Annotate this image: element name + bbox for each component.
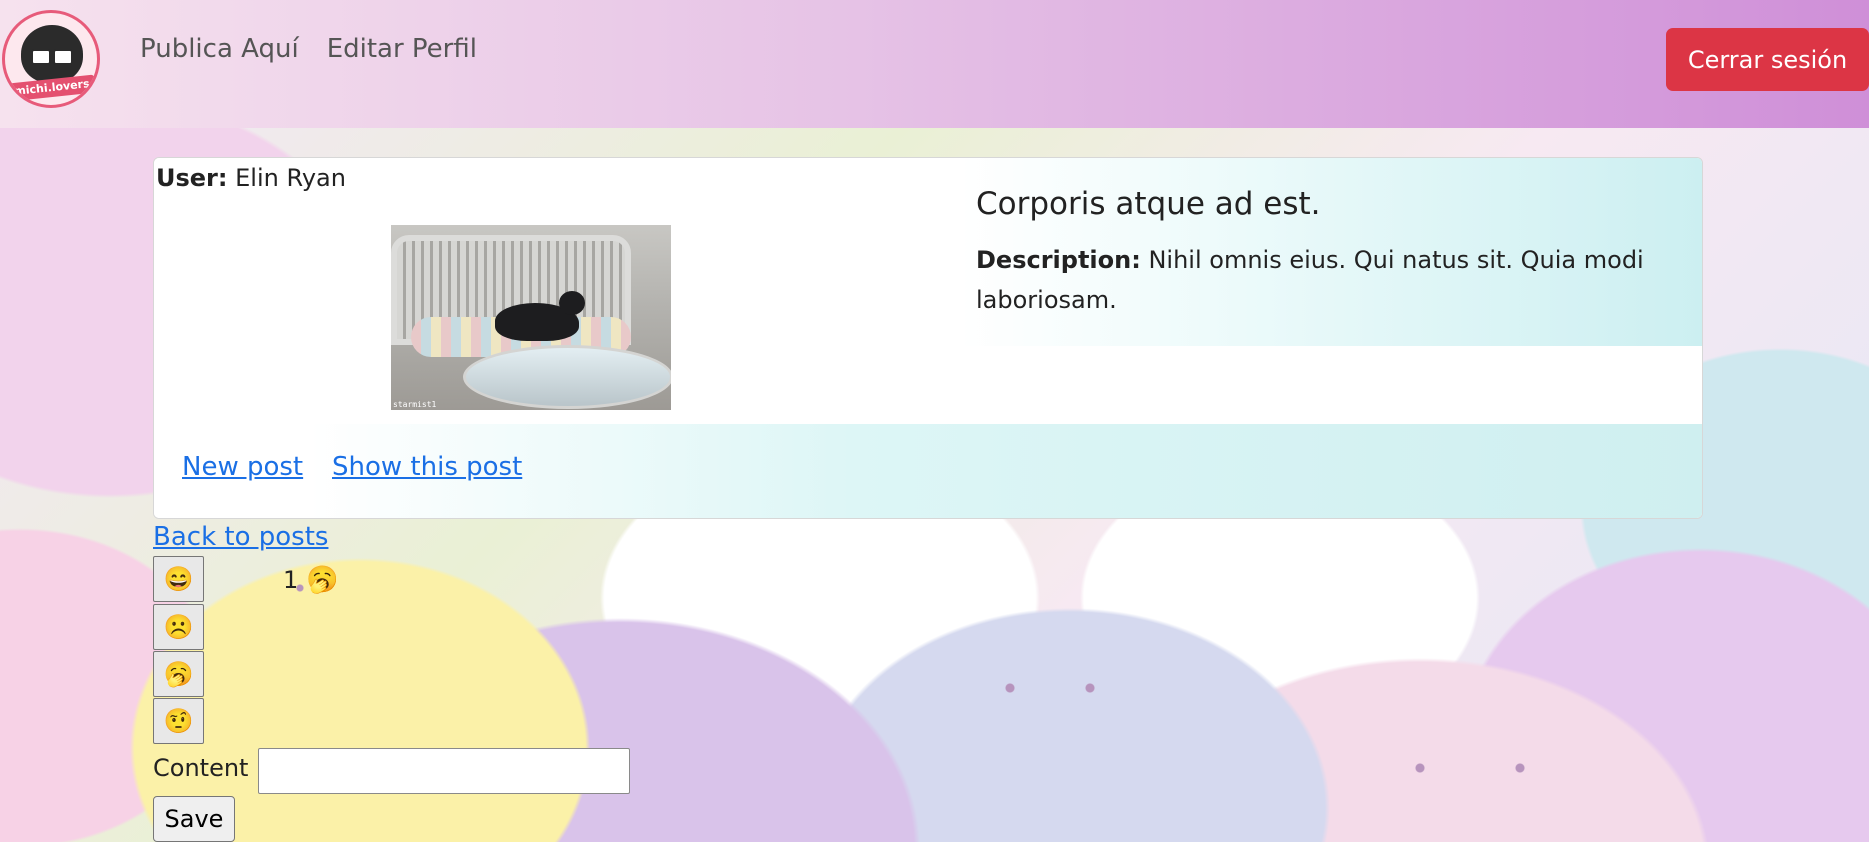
reaction-count: 1 (283, 566, 299, 594)
user-label: User: (156, 164, 228, 192)
post-author: User: Elin Ryan (156, 164, 346, 192)
post-description: Description: Nihil omnis eius. Qui natus… (976, 240, 1676, 320)
grinning-face-icon[interactable]: 😄 (153, 556, 204, 602)
content-label: Content (153, 754, 249, 782)
user-name: Elin Ryan (235, 164, 346, 192)
face-with-raised-eyebrow-icon[interactable]: 🤨 (153, 698, 204, 744)
post-title: Corporis atque ad est. (976, 186, 1321, 222)
yawning-face-icon: 🥱 (306, 565, 339, 595)
show-post-link[interactable]: Show this post (332, 452, 522, 482)
post-card: User: Elin Ryan Corporis atque ad est. D… (153, 157, 1703, 519)
logo-text: michi.lovers (8, 74, 96, 102)
save-button[interactable]: Save (153, 796, 235, 842)
glass-table (463, 345, 671, 409)
reaction-summary: 1 🥱 (283, 565, 339, 595)
nav-link-publica-aqui[interactable]: Publica Aquí (140, 34, 299, 64)
top-navbar: michi.lovers Publica Aquí Editar Perfil … (0, 0, 1869, 128)
image-watermark: starmist1 (393, 400, 437, 409)
logout-button[interactable]: Cerrar sesión (1666, 28, 1869, 91)
post-image: starmist1 (391, 225, 671, 410)
michi-lovers-logo[interactable]: michi.lovers (2, 10, 100, 108)
post-card-footer: New post Show this post (154, 424, 1702, 518)
back-to-posts-link[interactable]: Back to posts (153, 522, 328, 552)
frowning-face-icon[interactable]: ☹️ (153, 604, 204, 650)
black-cat (495, 291, 585, 341)
nav-links: Publica Aquí Editar Perfil (140, 34, 477, 64)
post-card-body: User: Elin Ryan Corporis atque ad est. D… (154, 158, 1702, 346)
yawning-face-icon[interactable]: 🥱 (153, 651, 204, 697)
new-post-link[interactable]: New post (182, 452, 303, 482)
cat-face-icon (21, 25, 83, 83)
description-label: Description: (976, 246, 1141, 274)
nav-link-editar-perfil[interactable]: Editar Perfil (327, 34, 477, 64)
content-input[interactable] (258, 748, 630, 794)
